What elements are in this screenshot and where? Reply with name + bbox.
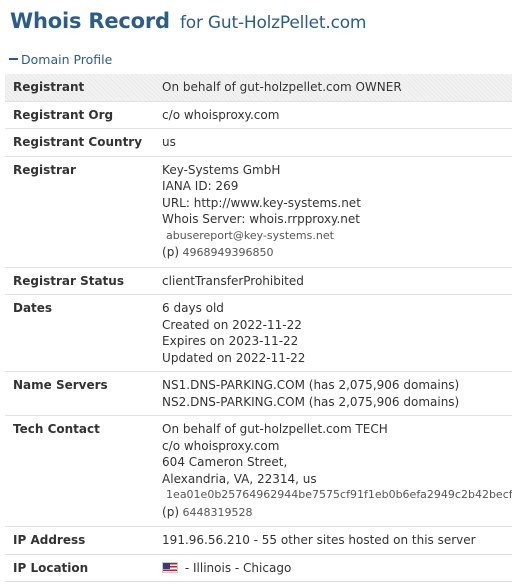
name-server-2: NS2.DNS-PARKING.COM (has 2,075,906 domai…: [162, 394, 460, 409]
tech-phone: (p) 6448319528: [162, 504, 512, 522]
registrar-status-value: clientTransferProhibited: [150, 267, 512, 295]
table-row: Dates 6 days old Created on 2022-11-22 E…: [5, 294, 512, 372]
us-flag-icon: [162, 561, 179, 573]
row-label: Name Servers: [5, 371, 151, 416]
table-row: Name Servers NS1.DNS-PARKING.COM (has 2,…: [5, 371, 512, 416]
registrar-abuse-email: abusereport@key-systems.net: [166, 228, 334, 242]
registrar-url: URL: http://www.key-systems.net: [162, 195, 361, 210]
page-title-main: Whois Record: [10, 9, 170, 33]
registrar-iana: IANA ID: 269: [162, 179, 239, 193]
created-date: Created on 2022-11-22: [162, 317, 302, 332]
row-label: Registrar Status: [5, 267, 151, 295]
registrar-value: Key-Systems GmbH IANA ID: 269 URL: http:…: [150, 156, 512, 268]
tech-org: c/o whoisproxy.com: [162, 438, 280, 453]
page-title: Whois Record for Gut-HolzPellet.com: [10, 9, 366, 33]
table-row: Registrant On behalf of gut-holzpellet.c…: [5, 74, 512, 102]
table-row: Registrant Org c/o whoisproxy.com: [5, 101, 512, 129]
registrar-name: Key-Systems GmbH: [162, 162, 281, 177]
whois-page: Whois Record for Gut-HolzPellet.com Doma…: [0, 0, 512, 584]
dates-value: 6 days old Created on 2022-11-22 Expires…: [150, 294, 512, 372]
name-server-1: NS1.DNS-PARKING.COM (has 2,075,906 domai…: [162, 378, 460, 392]
registrar-whois-server: Whois Server: whois.rrpproxy.net: [162, 212, 360, 226]
tech-contact-value: On behalf of gut-holzpellet.com TECH c/o…: [150, 415, 512, 527]
row-label: IP Location: [5, 554, 151, 582]
row-label: Dates: [5, 294, 151, 372]
table-row: Tech Contact On behalf of gut-holzpellet…: [5, 415, 512, 527]
page-title-domain: for Gut-HolzPellet.com: [179, 13, 367, 33]
phone-prefix: (p): [162, 245, 180, 259]
table-row: IP Location - Illinois - Chicago: [5, 554, 512, 582]
whois-table: Registrant On behalf of gut-holzpellet.c…: [5, 74, 512, 582]
row-label: Registrant Org: [5, 101, 151, 129]
table-row: Registrant Country us: [5, 128, 512, 157]
phone-number: 4968949396850: [182, 246, 274, 259]
ip-location-value: - Illinois - Chicago: [150, 554, 512, 582]
table-row: Registrar Status clientTransferProhibite…: [5, 267, 512, 295]
domain-profile-label: Domain Profile: [21, 52, 113, 67]
tech-email-hash: 1ea01e0b25764962944be7575cf91f1eb0b6efa2…: [166, 488, 512, 501]
row-label: IP Address: [5, 526, 151, 555]
domain-profile-toggle[interactable]: Domain Profile: [9, 52, 112, 67]
registrant-value: On behalf of gut-holzpellet.com OWNER: [150, 74, 512, 102]
registrant-org-value: c/o whoisproxy.com: [150, 101, 512, 129]
registrant-country-value: us: [150, 128, 512, 157]
registrar-phone: (p) 4968949396850: [162, 244, 512, 262]
ip-address-value: 191.96.56.210 - 55 other sites hosted on…: [150, 526, 512, 555]
tech-street: 604 Cameron Street,: [162, 455, 288, 469]
phone-prefix: (p): [162, 504, 180, 519]
row-label: Registrant Country: [5, 128, 151, 157]
row-label: Tech Contact: [5, 415, 151, 527]
phone-number: 6448319528: [182, 505, 253, 519]
row-label: Registrar: [5, 156, 151, 268]
collapse-icon: [9, 57, 18, 60]
updated-date: Updated on 2022-11-22: [162, 350, 306, 365]
domain-age: 6 days old: [162, 301, 224, 315]
tech-name: On behalf of gut-holzpellet.com TECH: [162, 422, 388, 436]
row-label: Registrant: [5, 74, 151, 102]
table-row: Registrar Key-Systems GmbH IANA ID: 269 …: [5, 156, 512, 268]
name-servers-value: NS1.DNS-PARKING.COM (has 2,075,906 domai…: [150, 371, 512, 416]
tech-city: Alexandria, VA, 22314, us: [162, 471, 317, 486]
table-row: IP Address 191.96.56.210 - 55 other site…: [5, 526, 512, 555]
ip-location-text: - Illinois - Chicago: [184, 560, 292, 575]
expires-date: Expires on 2023-11-22: [162, 334, 299, 348]
